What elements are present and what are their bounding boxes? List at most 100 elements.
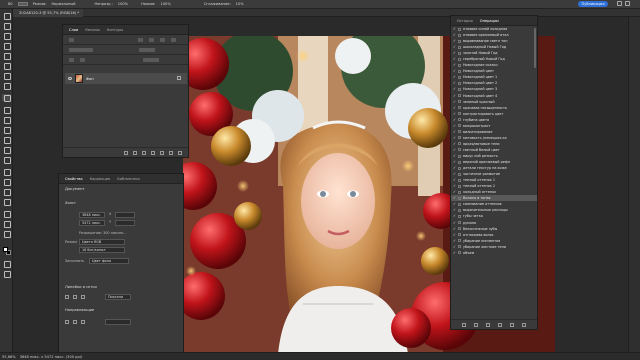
workspace-icon[interactable] (625, 1, 630, 6)
tab-libraries[interactable]: Библиотеки (117, 177, 140, 181)
eye-icon[interactable] (68, 77, 72, 80)
dialog-toggle-icon[interactable] (458, 160, 461, 164)
dialog-toggle-icon[interactable] (458, 233, 461, 237)
play-icon[interactable] (486, 322, 490, 327)
lock-icon[interactable] (80, 57, 85, 62)
document-size-info[interactable]: 3648 пикс. x 5472 пикс. (300 ppi) (20, 355, 82, 359)
marquee-tool-icon[interactable] (3, 23, 11, 30)
width-field[interactable]: 3648 пикс. (79, 212, 105, 218)
screen-mode-icon[interactable] (3, 271, 11, 278)
fx-icon[interactable] (133, 150, 137, 155)
dialog-toggle-icon[interactable] (458, 221, 461, 225)
dialog-toggle-icon[interactable] (458, 94, 461, 98)
clone-stamp-tool-icon[interactable] (3, 107, 11, 114)
dialog-toggle-icon[interactable] (458, 208, 461, 212)
mask-icon[interactable] (142, 150, 146, 155)
dialog-toggle-icon[interactable] (458, 87, 461, 91)
eraser-tool-icon[interactable] (3, 127, 11, 134)
dialog-toggle-icon[interactable] (458, 57, 461, 61)
record-icon[interactable] (474, 322, 478, 327)
hand-tool-icon[interactable] (3, 211, 11, 218)
dialog-toggle-icon[interactable] (458, 166, 461, 170)
filter-icon[interactable] (160, 37, 165, 42)
frame-tool-icon[interactable] (3, 63, 11, 70)
dialog-toggle-icon[interactable] (458, 63, 461, 67)
ruler-icon[interactable] (65, 295, 69, 299)
brush-tool-icon[interactable] (2, 94, 11, 102)
check-icon[interactable]: ✓ (453, 250, 456, 256)
gradient-tool-icon[interactable] (3, 137, 11, 144)
units-select[interactable]: Пиксели (105, 294, 131, 300)
dialog-toggle-icon[interactable] (458, 45, 461, 49)
guide-toggle-icon[interactable] (73, 320, 77, 324)
dialog-toggle-icon[interactable] (458, 172, 461, 176)
opacity-field[interactable] (139, 47, 155, 52)
quick-mask-icon[interactable] (3, 261, 11, 268)
dialog-toggle-icon[interactable] (458, 184, 461, 188)
healing-brush-tool-icon[interactable] (3, 83, 11, 90)
guide-toggle-icon[interactable] (81, 320, 85, 324)
dialog-toggle-icon[interactable] (458, 27, 461, 31)
dodge-tool-icon[interactable] (3, 157, 11, 164)
dialog-toggle-icon[interactable] (458, 245, 461, 249)
dialog-toggle-icon[interactable] (458, 196, 461, 200)
flow-field[interactable]: 100% (160, 2, 170, 6)
mode-select[interactable]: Нормальный (51, 2, 75, 6)
eyedropper-tool-icon[interactable] (3, 73, 11, 80)
tab-layers[interactable]: Слои (69, 28, 78, 32)
dialog-toggle-icon[interactable] (458, 39, 461, 43)
guide-toggle-icon[interactable] (65, 320, 69, 324)
actions-scrollbar[interactable] (534, 28, 536, 68)
lock-icon[interactable] (69, 57, 74, 62)
height-field[interactable]: 5472 пикс. (79, 220, 105, 226)
filter-kind-icon[interactable] (69, 37, 74, 42)
dialog-toggle-icon[interactable] (458, 178, 461, 182)
color-swatches[interactable] (3, 247, 11, 255)
brush-preset-picker[interactable] (17, 2, 28, 6)
dialog-toggle-icon[interactable] (458, 227, 461, 231)
filter-icon[interactable] (171, 37, 176, 42)
foreground-color-swatch[interactable] (3, 247, 8, 252)
more-tools-icon[interactable] (3, 231, 11, 238)
action-item[interactable]: ✓ объем (451, 250, 537, 256)
stop-icon[interactable] (462, 322, 466, 327)
dialog-toggle-icon[interactable] (458, 106, 461, 110)
crop-tool-icon[interactable] (3, 53, 11, 60)
dialog-toggle-icon[interactable] (458, 251, 461, 255)
blur-tool-icon[interactable] (3, 147, 11, 154)
search-icon[interactable] (617, 1, 622, 6)
grid-icon[interactable] (73, 295, 77, 299)
dialog-toggle-icon[interactable] (458, 112, 461, 116)
publish-button[interactable]: Публикация (578, 1, 608, 7)
guides-section-header[interactable]: Направляющие (59, 307, 94, 314)
zoom-tool-icon[interactable] (3, 221, 11, 228)
dialog-toggle-icon[interactable] (458, 202, 461, 206)
tab-properties[interactable]: Свойства (65, 177, 83, 181)
guides-icon[interactable] (81, 295, 85, 299)
brush-size-value[interactable]: 60 (8, 2, 13, 6)
filter-icon[interactable] (138, 37, 143, 42)
x-field[interactable] (115, 212, 135, 218)
fill-select[interactable]: Цвет фона (89, 258, 129, 264)
document-tab[interactable]: 2U2A8120-3 @ 55,7% (RGB/16) * (13, 9, 83, 17)
object-selection-tool-icon[interactable] (3, 43, 11, 50)
bit-depth-select[interactable]: 16 бит/канал (79, 247, 125, 253)
adjustment-icon[interactable] (151, 150, 155, 155)
y-field[interactable] (115, 220, 135, 226)
tab-channels[interactable]: Каналы (85, 28, 99, 32)
dialog-toggle-icon[interactable] (458, 130, 461, 134)
canvas-section-header[interactable]: Холст (59, 200, 76, 207)
tab-actions[interactable]: Операции (480, 19, 499, 23)
pen-tool-icon[interactable] (3, 169, 11, 176)
link-icon[interactable] (124, 150, 128, 155)
folder-icon[interactable] (498, 322, 502, 327)
fill-field[interactable] (143, 57, 159, 62)
zoom-level[interactable]: 55,66% (2, 355, 16, 359)
trash-icon[interactable] (178, 150, 182, 155)
dialog-toggle-icon[interactable] (458, 81, 461, 85)
rectangle-tool-icon[interactable] (3, 199, 11, 206)
dialog-toggle-icon[interactable] (458, 33, 461, 37)
dialog-toggle-icon[interactable] (458, 154, 461, 158)
smoothing-field[interactable]: 10% (236, 2, 244, 6)
rulers-section-header[interactable]: Линейки и сетки (59, 284, 97, 291)
